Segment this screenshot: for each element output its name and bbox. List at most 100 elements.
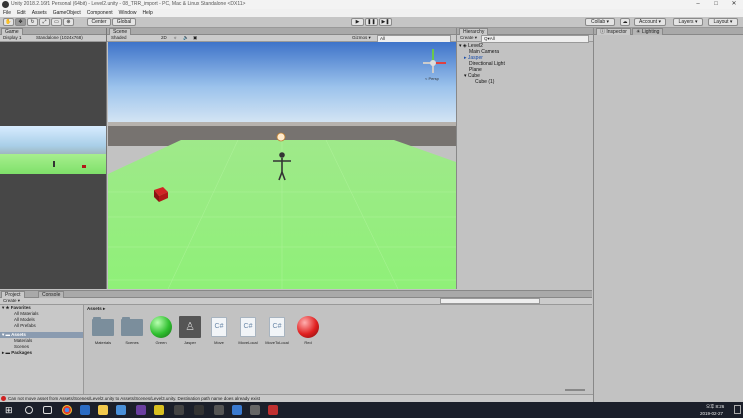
menu-component[interactable]: Component <box>87 9 113 17</box>
unity-taskbar-icon[interactable] <box>174 405 184 415</box>
task-view-icon[interactable] <box>43 406 52 414</box>
project-search-input[interactable] <box>440 298 540 304</box>
asset-label: MoveLocal <box>238 340 258 345</box>
app-icon[interactable] <box>268 405 278 415</box>
app-icon[interactable] <box>154 405 164 415</box>
project-breadcrumb[interactable]: Assets ▸ <box>87 306 105 312</box>
tab-hierarchy[interactable]: Hierarchy <box>459 28 489 35</box>
tab-project[interactable]: Project <box>1 291 25 298</box>
menu-help[interactable]: Help <box>142 9 152 17</box>
minimize-button[interactable]: – <box>689 0 707 9</box>
favorites-label: Favorites <box>10 305 31 310</box>
effects-toggle-icon[interactable]: ▣ <box>193 35 197 41</box>
persp-label[interactable]: < Persp <box>425 76 439 81</box>
windows-start-icon[interactable]: ⊞ <box>5 405 15 415</box>
scene-subbar: Shaded 2D ☼ 🔈 ▣ Gizmos ▾ All <box>107 35 456 43</box>
asset-red[interactable]: Red <box>296 316 320 345</box>
pivot-toggle-button[interactable]: Center <box>87 18 111 26</box>
windows-taskbar: ⊞ 오후 8:26 2019-02-27 <box>0 402 743 418</box>
hierarchy-tab-bar: Hierarchy <box>457 28 593 35</box>
gizmos-button[interactable]: Gizmos ▾ <box>352 35 371 41</box>
cloud-icon[interactable]: ☁ <box>620 18 630 26</box>
hand-tool-icon[interactable]: ✋ <box>3 18 14 26</box>
hierarchy-search-input[interactable]: Q▾All <box>481 35 589 43</box>
csharp-script-icon: C# <box>269 317 285 337</box>
game-character <box>53 161 55 167</box>
menu-window[interactable]: Window <box>119 9 137 17</box>
resolution-select[interactable]: Standalone (1024x768) <box>36 35 83 41</box>
game-cube <box>82 165 86 168</box>
tab-lighting[interactable]: ☀ Lighting <box>632 28 664 35</box>
tab-game[interactable]: Game <box>1 28 23 35</box>
pivot-label: Center <box>91 19 107 25</box>
rotate-tool-icon[interactable]: ↻ <box>27 18 38 26</box>
layers-button[interactable]: Layers ▾ <box>673 18 703 26</box>
asset-label: MoveToLocal <box>265 340 289 345</box>
edge-icon[interactable] <box>80 405 90 415</box>
tab-console[interactable]: Console <box>38 291 65 298</box>
lighting-toggle-icon[interactable]: ☼ <box>173 35 177 41</box>
hierarchy-create-button[interactable]: Create ▾ <box>460 35 477 41</box>
assets-folder-label: Assets <box>11 332 26 337</box>
asset-jasper[interactable]: ♙ Jasper <box>178 316 202 345</box>
store-icon[interactable] <box>116 405 126 415</box>
menu-edit[interactable]: Edit <box>17 9 26 17</box>
move-tool-icon[interactable]: ✥ <box>15 18 26 26</box>
asset-move[interactable]: C# Move <box>207 316 231 345</box>
app-icon[interactable] <box>214 405 224 415</box>
layout-label: Layout ▾ <box>713 19 733 25</box>
step-button[interactable]: ▶❚ <box>379 18 392 26</box>
transform-tool-icon[interactable]: ⊕ <box>63 18 74 26</box>
space-toggle-button[interactable]: Global <box>112 18 136 26</box>
collab-button[interactable]: Collab ▾ <box>585 18 615 26</box>
app-icon[interactable] <box>232 405 242 415</box>
rect-tool-icon[interactable]: ▭ <box>51 18 62 26</box>
asset-label: Move <box>214 340 224 345</box>
pause-button[interactable]: ❚❚ <box>365 18 378 26</box>
shading-select[interactable]: Shaded <box>111 35 127 41</box>
play-button[interactable]: ▶ <box>351 18 364 26</box>
layout-button[interactable]: Layout ▾ <box>708 18 738 26</box>
packages-folder-item[interactable]: ▸ ▬ Packages <box>0 350 83 356</box>
status-bar: Can not move asset from Assets/Scenes/Le… <box>0 394 593 402</box>
clock-time[interactable]: 오후 8:26 <box>706 404 724 410</box>
hierarchy-tree: ▾ ◈ Level2 Main Camera ▸ Jasper Directio… <box>459 43 591 85</box>
game-letterbox-bottom <box>0 174 106 289</box>
display-select[interactable]: Display 1 <box>3 35 22 41</box>
asset-scenes[interactable]: Scenes <box>120 316 144 345</box>
unity-hub-icon[interactable] <box>194 405 204 415</box>
search-icon[interactable] <box>25 406 33 414</box>
menu-file[interactable]: File <box>3 9 11 17</box>
app-icon[interactable] <box>250 405 260 415</box>
asset-label: Red <box>304 340 312 345</box>
clock-date[interactable]: 2019-02-27 <box>700 411 723 416</box>
asset-movetolocal[interactable]: C# MoveToLocal <box>265 316 289 345</box>
audio-toggle-icon[interactable]: 🔈 <box>183 35 189 41</box>
scale-tool-icon[interactable]: ⤢ <box>39 18 50 26</box>
project-create-button[interactable]: Create ▾ <box>3 298 20 304</box>
close-button[interactable]: ✕ <box>725 0 743 9</box>
zoom-slider[interactable] <box>565 389 585 391</box>
scene-panel: Scene Shaded 2D ☼ 🔈 ▣ Gizmos ▾ All < Per… <box>106 28 456 289</box>
hierarchy-item-cube-1[interactable]: Cube (1) <box>459 79 591 85</box>
tab-scene[interactable]: Scene <box>109 28 132 35</box>
2d-toggle[interactable]: 2D <box>161 35 167 41</box>
scene-viewport[interactable]: < Persp <box>108 42 456 289</box>
menu-gameobject[interactable]: GameObject <box>53 9 81 17</box>
asset-materials[interactable]: Materials <box>91 316 115 345</box>
account-label: Account ▾ <box>639 19 661 25</box>
account-button[interactable]: Account ▾ <box>634 18 666 26</box>
scene-tab-bar: Scene <box>107 28 456 35</box>
notification-icon[interactable] <box>734 405 741 414</box>
visual-studio-icon[interactable] <box>136 405 146 415</box>
asset-green[interactable]: Green <box>149 316 173 345</box>
model-icon: ♙ <box>179 316 201 338</box>
tab-inspector[interactable]: ⓘ Inspector <box>596 28 631 35</box>
status-message[interactable]: Can not move asset from Assets/Scenes/Le… <box>8 396 260 401</box>
favorites-item[interactable]: All Prefabs <box>0 323 83 329</box>
menu-assets[interactable]: Assets <box>32 9 47 17</box>
maximize-button[interactable]: □ <box>707 0 725 9</box>
asset-movelocal[interactable]: C# MoveLocal <box>236 316 260 345</box>
chrome-icon[interactable] <box>62 405 72 415</box>
file-explorer-icon[interactable] <box>98 405 108 415</box>
